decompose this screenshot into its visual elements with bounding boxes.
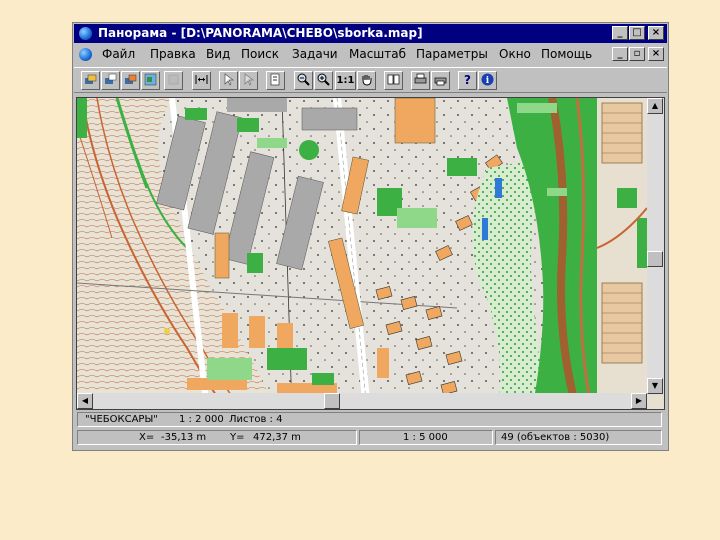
zoom-out-button[interactable]	[294, 71, 313, 90]
vertical-scrollbar[interactable]: ▲ ▼	[647, 98, 664, 395]
vertical-scroll-thumb[interactable]	[647, 251, 663, 267]
select-alt-button[interactable]	[239, 71, 258, 90]
document-globe-icon[interactable]	[79, 48, 92, 61]
menu-edit[interactable]: Правка	[150, 44, 196, 64]
zoom-in-icon	[317, 73, 330, 86]
blank-button[interactable]	[164, 71, 183, 90]
document-icon	[270, 73, 280, 86]
toolbar: 1:1 ? i	[74, 67, 667, 93]
hand-icon	[362, 75, 372, 86]
map-icon	[144, 73, 157, 86]
menu-tasks[interactable]: Задачи	[292, 44, 338, 64]
printer2-icon	[434, 77, 447, 86]
x-coordinate: -35,13 m	[161, 432, 207, 443]
book-icon	[387, 74, 400, 85]
zoom-in-button[interactable]	[314, 71, 333, 90]
layers-button[interactable]	[81, 71, 100, 90]
layers-add-button[interactable]	[101, 71, 120, 90]
minimize-button[interactable]: _	[612, 26, 628, 40]
sheet-count: Листов : 4	[229, 414, 283, 425]
fit-width-icon	[195, 75, 208, 84]
print-setup-button[interactable]	[431, 71, 450, 90]
horizontal-scroll-thumb[interactable]	[324, 393, 340, 409]
window-title: Панорама - [D:\PANORAMA\CHEBO\sborka.map…	[98, 26, 423, 40]
y-label: Y=	[230, 432, 245, 443]
horizontal-scrollbar[interactable]: ◀ ▶	[77, 393, 647, 409]
menu-scale[interactable]: Масштаб	[349, 44, 406, 64]
y-coordinate: 472,37 m	[253, 432, 301, 443]
map-view[interactable]	[76, 97, 665, 410]
printer-icon	[414, 73, 427, 84]
close-button[interactable]: ×	[648, 26, 664, 40]
arrow-select2-icon	[244, 73, 255, 86]
blank-icon	[168, 74, 179, 85]
child-restore-button[interactable]: ▫	[629, 47, 645, 61]
layers-icon	[85, 74, 97, 84]
zoom-out-icon	[297, 73, 310, 86]
menu-view[interactable]: Вид	[206, 44, 230, 64]
map-canvas[interactable]	[77, 98, 665, 410]
pan-button[interactable]	[357, 71, 376, 90]
layers-edit-button[interactable]	[121, 71, 140, 90]
object-count: 49 (объектов : 5030)	[501, 432, 610, 443]
menu-file[interactable]: Файл	[102, 44, 135, 64]
book-button[interactable]	[384, 71, 403, 90]
scroll-down-icon[interactable]: ▼	[647, 378, 663, 394]
menu-window[interactable]: Окно	[499, 44, 531, 64]
map-button[interactable]	[141, 71, 160, 90]
globe-icon[interactable]	[79, 27, 92, 40]
zoom-1-1-button[interactable]: 1:1	[335, 71, 356, 90]
title-bar: Панорама - [D:\PANORAMA\CHEBO\sborka.map…	[74, 24, 667, 43]
app-window: Панорама - [D:\PANORAMA\CHEBO\sborka.map…	[72, 22, 669, 451]
menu-bar: Файл Правка Вид Поиск Задачи Масштаб Пар…	[74, 44, 667, 64]
scroll-left-icon[interactable]: ◀	[77, 393, 93, 409]
fit-width-button[interactable]	[192, 71, 211, 90]
x-label: X=	[139, 432, 155, 443]
menu-search[interactable]: Поиск	[241, 44, 279, 64]
arrow-select-icon	[224, 73, 235, 86]
layers-edit-icon	[125, 74, 137, 84]
map-scale: 1 : 2 000	[179, 414, 224, 425]
info-label: i	[486, 76, 490, 86]
scroll-up-icon[interactable]: ▲	[647, 98, 663, 114]
help-button[interactable]: ?	[458, 71, 477, 90]
view-scale: 1 : 5 000	[403, 432, 448, 443]
document-button[interactable]	[266, 71, 285, 90]
child-close-button[interactable]: ×	[648, 47, 664, 61]
map-name: "ЧЕБОКСАРЫ"	[85, 414, 158, 425]
info-icon: i	[481, 73, 494, 86]
maximize-button[interactable]: □	[629, 26, 645, 40]
child-minimize-button[interactable]: _	[612, 47, 628, 61]
menu-parameters[interactable]: Параметры	[416, 44, 488, 64]
map-info-bar	[77, 412, 662, 427]
layers-add-icon	[105, 73, 117, 84]
menu-help[interactable]: Помощь	[541, 44, 592, 64]
info-button[interactable]: i	[478, 71, 497, 90]
select-button[interactable]	[219, 71, 238, 90]
coordinates-panel	[77, 430, 357, 445]
print-button[interactable]	[411, 71, 430, 90]
scroll-right-icon[interactable]: ▶	[631, 393, 647, 409]
